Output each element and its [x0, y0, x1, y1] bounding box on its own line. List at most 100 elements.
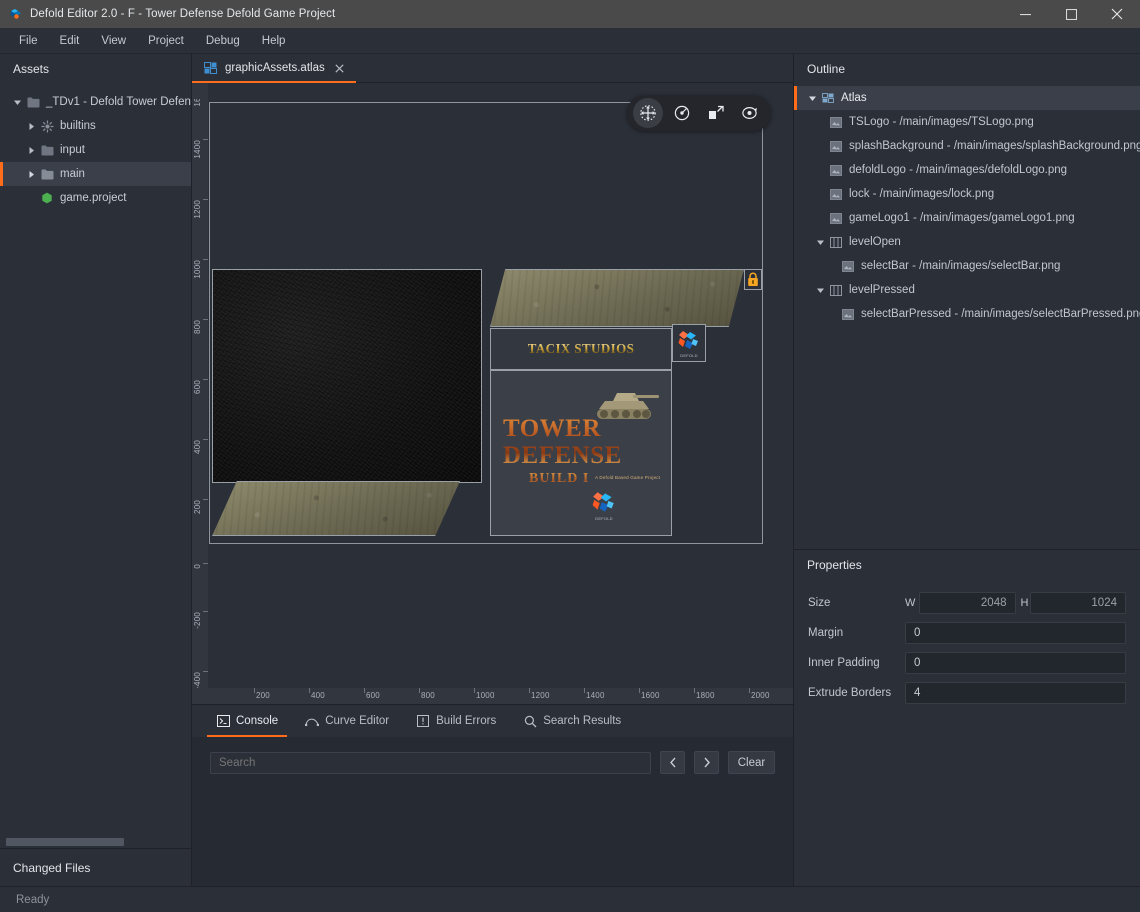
- asset-row-game-project[interactable]: game.project: [0, 186, 191, 210]
- chevron-down-icon[interactable]: [806, 92, 818, 104]
- atlas-image-select-bar[interactable]: [490, 269, 744, 327]
- game-logo-line-2: DEFENSE: [503, 442, 622, 469]
- console-body: Clear: [192, 737, 793, 886]
- outline-label: selectBar - /main/images/selectBar.png: [861, 260, 1061, 272]
- hruler-tick: 200: [256, 691, 270, 700]
- width-field[interactable]: 2048: [919, 592, 1016, 614]
- console-search-row: Clear: [210, 751, 775, 774]
- atlas-bounds: TACIX STUDIOS DEFOLD TOWER DEFENSE BUILD…: [209, 102, 763, 544]
- menu-help[interactable]: Help: [251, 31, 297, 51]
- atlas-canvas[interactable]: TACIX STUDIOS DEFOLD TOWER DEFENSE BUILD…: [208, 99, 793, 688]
- window-controls: [1002, 0, 1140, 28]
- title-bar: Defold Editor 2.0 - F - Tower Defense De…: [0, 0, 1140, 28]
- error-icon: [416, 714, 430, 728]
- changed-files-panel[interactable]: Changed Files: [0, 848, 191, 886]
- height-field[interactable]: 1024: [1029, 592, 1126, 614]
- console-search-input[interactable]: [210, 751, 651, 774]
- atlas-image-defold-logo[interactable]: DEFOLD: [672, 324, 706, 362]
- atlas-image-splash-background[interactable]: [212, 269, 482, 483]
- hruler-tick: 1000: [476, 691, 495, 700]
- image-icon: [829, 139, 843, 153]
- image-icon: [829, 163, 843, 177]
- close-icon[interactable]: [334, 62, 346, 74]
- camera-tool-icon[interactable]: [735, 98, 765, 128]
- tab-graphic-assets-atlas[interactable]: graphicAssets.atlas: [192, 54, 356, 83]
- search-prev-button[interactable]: [660, 751, 685, 774]
- search-next-button[interactable]: [694, 751, 719, 774]
- chevron-right-icon[interactable]: [25, 168, 37, 180]
- outline-row-selectbar[interactable]: selectBar - /main/images/selectBar.png: [794, 254, 1140, 278]
- outline-row-defoldlogo[interactable]: defoldLogo - /main/images/defoldLogo.png: [794, 158, 1140, 182]
- hruler-tick: 1600: [641, 691, 660, 700]
- editor-tab-bar: graphicAssets.atlas: [192, 54, 793, 83]
- extrude-borders-field[interactable]: 4: [905, 682, 1126, 704]
- outline-row-splashbackground[interactable]: splashBackground - /main/images/splashBa…: [794, 134, 1140, 158]
- move-tool-icon[interactable]: [633, 98, 663, 128]
- margin-field[interactable]: 0: [905, 622, 1126, 644]
- outline-header: Outline: [794, 54, 1140, 84]
- chevron-right-icon[interactable]: [25, 120, 37, 132]
- maximize-icon[interactable]: [1048, 0, 1094, 28]
- tab-console[interactable]: Console: [204, 705, 290, 737]
- chevron-down-icon[interactable]: [11, 96, 23, 108]
- builtins-icon: [40, 119, 54, 133]
- vertical-ruler: 1600 1400 1200 1000 800 600 400 200 0 -2…: [192, 83, 208, 704]
- atlas-image-select-bar-pressed[interactable]: [212, 481, 460, 536]
- close-icon[interactable]: [1094, 0, 1140, 28]
- assets-header: Assets: [0, 54, 191, 84]
- outline-tree: Atlas TSLogo - /main/images/TSLogo.png s…: [794, 84, 1140, 549]
- menu-edit[interactable]: Edit: [49, 31, 91, 51]
- atlas-editor-canvas-area[interactable]: 1600 1400 1200 1000 800 600 400 200 0 -2…: [192, 83, 793, 704]
- vruler-tick: 0: [193, 564, 202, 569]
- minimize-icon[interactable]: [1002, 0, 1048, 28]
- tab-search-results[interactable]: Search Results: [511, 705, 633, 737]
- chevron-down-icon[interactable]: [814, 236, 826, 248]
- menu-view[interactable]: View: [90, 31, 137, 51]
- outline-row-atlas[interactable]: Atlas: [794, 86, 1140, 110]
- assets-horizontal-scrollbar[interactable]: [0, 836, 191, 848]
- hruler-tick: 2000: [751, 691, 770, 700]
- outline-row-levelpressed[interactable]: levelPressed: [794, 278, 1140, 302]
- atlas-image-game-logo[interactable]: TOWER DEFENSE BUILD I A Defold Based Gam…: [490, 370, 672, 536]
- inner-padding-field[interactable]: 0: [905, 652, 1126, 674]
- game-logo-line-1: TOWER: [503, 415, 601, 442]
- clear-button[interactable]: Clear: [728, 751, 775, 774]
- menu-file[interactable]: File: [8, 31, 49, 51]
- outline-row-tslogo[interactable]: TSLogo - /main/images/TSLogo.png: [794, 110, 1140, 134]
- console-output: [210, 774, 775, 872]
- properties-panel: Properties Size W 2048 H 1024 Margin 0 I…: [794, 550, 1140, 886]
- asset-row-project[interactable]: _TDv1 - Defold Tower Defense: [0, 90, 191, 114]
- outline-row-gamelogo1[interactable]: gameLogo1 - /main/images/gameLogo1.png: [794, 206, 1140, 230]
- property-label-extrude-borders: Extrude Borders: [808, 687, 892, 699]
- asset-row-builtins[interactable]: builtins: [0, 114, 191, 138]
- outline-label: TSLogo - /main/images/TSLogo.png: [849, 116, 1034, 128]
- viewport-toolbar: [627, 95, 771, 131]
- hruler-tick: 800: [421, 691, 435, 700]
- outline-label: splashBackground - /main/images/splashBa…: [849, 140, 1140, 152]
- console-tab-label: Search Results: [543, 715, 622, 727]
- vruler-tick: -400: [193, 672, 202, 689]
- outline-row-selectbarpressed[interactable]: selectBarPressed - /main/images/selectBa…: [794, 302, 1140, 326]
- tab-curve-editor[interactable]: Curve Editor: [293, 705, 401, 737]
- rotate-tool-icon[interactable]: [667, 98, 697, 128]
- atlas-image-lock[interactable]: [744, 269, 762, 290]
- menu-debug[interactable]: Debug: [195, 31, 251, 51]
- scrollbar-thumb[interactable]: [6, 838, 125, 846]
- asset-row-input[interactable]: input: [0, 138, 191, 162]
- outline-row-levelopen[interactable]: levelOpen: [794, 230, 1140, 254]
- chevron-down-icon[interactable]: [814, 284, 826, 296]
- vruler-tick: 1000: [193, 260, 202, 279]
- assets-tree: _TDv1 - Defold Tower Defense builtins in…: [0, 84, 191, 836]
- outline-row-lock[interactable]: lock - /main/images/lock.png: [794, 182, 1140, 206]
- outline-label: defoldLogo - /main/images/defoldLogo.png: [849, 164, 1068, 176]
- asset-row-main[interactable]: main: [0, 162, 191, 186]
- outline-label: gameLogo1 - /main/images/gameLogo1.png: [849, 212, 1075, 224]
- menu-project[interactable]: Project: [137, 31, 195, 51]
- vruler-tick: 1200: [193, 200, 202, 219]
- scale-tool-icon[interactable]: [701, 98, 731, 128]
- tab-build-errors[interactable]: Build Errors: [404, 705, 508, 737]
- chevron-right-icon[interactable]: [25, 144, 37, 156]
- window-title: Defold Editor 2.0 - F - Tower Defense De…: [30, 8, 336, 20]
- atlas-image-ts-logo[interactable]: TACIX STUDIOS: [490, 328, 672, 370]
- terminal-icon: [216, 714, 230, 728]
